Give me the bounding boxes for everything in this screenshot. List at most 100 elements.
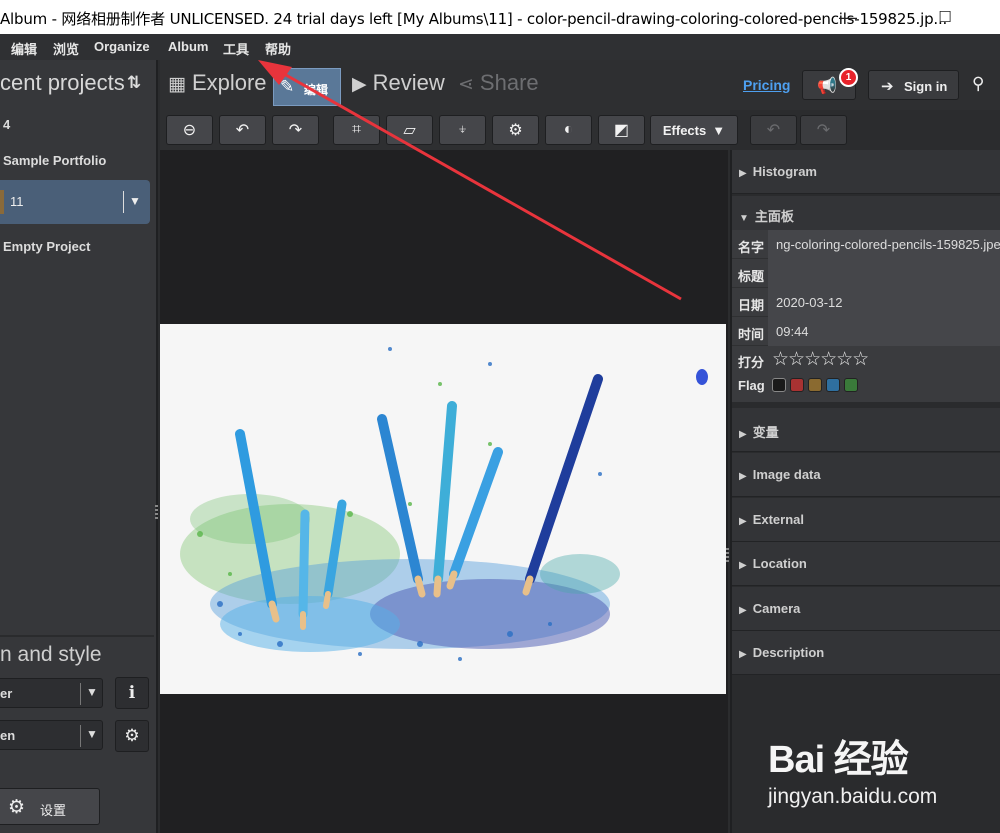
section-histogram[interactable]: ▶ Histogram [732, 150, 1000, 194]
menu-edit[interactable]: 编辑 [11, 39, 37, 58]
straighten-button[interactable]: ▱ [386, 115, 433, 145]
flag-swatch-orange[interactable] [808, 378, 822, 392]
undo-icon: ↶ [766, 122, 781, 139]
chevron-right-icon: ▶ [739, 649, 747, 660]
baidu-watermark: Bai 经验 jingyan.baidu.com [768, 728, 1000, 828]
sort-icon[interactable]: ⇅ [127, 73, 141, 93]
section-location[interactable]: ▶ Location [732, 542, 1000, 586]
chevron-down-icon: ▼ [86, 727, 98, 741]
field-label: 标题 [738, 269, 765, 284]
rotate-right-button[interactable]: ↷ [272, 115, 319, 145]
menu-tools[interactable]: 工具 [223, 39, 249, 58]
menu-organize[interactable]: Organize [94, 39, 150, 54]
tab-explore[interactable]: ▦ Explore [168, 70, 267, 96]
announcements-button[interactable]: 📢 1 [802, 68, 858, 100]
section-label: Camera [752, 601, 801, 616]
gear-icon: ⚙ [8, 797, 26, 818]
title-field[interactable] [768, 259, 1000, 288]
right-splitter-handle[interactable] [726, 548, 729, 562]
style-settings-button[interactable]: ⚙ [115, 720, 149, 752]
tab-review[interactable]: ▶ Review [352, 70, 445, 96]
style-select-value: en [0, 728, 16, 743]
tab-review-label: Review [372, 70, 445, 95]
chevron-down-icon[interactable]: ▼ [129, 194, 141, 208]
tab-edit-label: 编辑 [304, 83, 329, 97]
search-icon[interactable]: ⚲ [972, 74, 984, 94]
undo-button[interactable]: ↶ [750, 115, 797, 145]
section-external[interactable]: ▶ External [732, 498, 1000, 542]
info-icon: ℹ [128, 683, 136, 702]
pricing-link[interactable]: Pricing [743, 77, 790, 93]
maximize-button[interactable]: ☐ [925, 4, 965, 30]
share-icon: ⋖ [458, 74, 474, 95]
zoom-out-button[interactable]: ⊖ [166, 115, 213, 145]
projects-panel: cent projects ⇅ 4 Sample Portfolio 11 ▼ … [0, 60, 158, 833]
field-label: 时间 [738, 327, 765, 342]
watermark-brand: Bai 经验 [768, 739, 909, 781]
section-variables[interactable]: ▶ 变量 [732, 408, 1000, 452]
main-tabs-bar: ▦ Explore ✎ 编辑 ▶ Review ⋖ Share Pricing 📢 1… [160, 60, 1000, 110]
section-camera[interactable]: ▶ Camera [732, 587, 1000, 631]
flag-swatch-red[interactable] [790, 378, 804, 392]
section-label: 主面板 [754, 209, 794, 224]
left-splitter-handle[interactable] [155, 505, 158, 519]
flag-swatch-green[interactable] [844, 378, 858, 392]
settings-button[interactable]: ⚙ 设置 [0, 788, 100, 825]
flag-label: Flag [738, 378, 765, 393]
minimize-button[interactable]: — [828, 4, 868, 30]
tab-edit[interactable]: ✎ 编辑 [273, 68, 341, 106]
theme-select-value: er [0, 686, 13, 701]
crop-button[interactable]: ⌗ [333, 115, 380, 145]
style-select[interactable]: en ▼ [0, 720, 103, 750]
divider [123, 191, 124, 213]
effects-dropdown[interactable]: Effects ▼ [650, 115, 738, 145]
project-item-selected[interactable]: 11 ▼ [0, 180, 150, 224]
chevron-down-icon: ▼ [739, 213, 749, 224]
photo-preview[interactable] [160, 324, 726, 694]
rotate-left-button[interactable]: ↶ [219, 115, 266, 145]
info-button[interactable]: ℹ [115, 677, 149, 709]
rating-stars[interactable]: ☆☆☆☆☆☆ [772, 348, 869, 371]
redo-icon: ↷ [816, 122, 831, 139]
chevron-right-icon: ▶ [739, 471, 747, 482]
project-label: 11 [10, 194, 24, 209]
field-title: 标题 [732, 259, 1000, 288]
colored-pencils-image [160, 324, 726, 694]
adjust-settings-button[interactable]: ⚙ [492, 115, 539, 145]
exposure-button[interactable]: ◩ [598, 115, 645, 145]
tab-explore-label: Explore [191, 70, 267, 95]
time-field[interactable]: 09:44 [768, 317, 1000, 346]
project-item[interactable]: 4 [3, 117, 10, 132]
menu-help[interactable]: 帮助 [265, 39, 291, 58]
rating-row: 打分 ☆☆☆☆☆☆ [732, 348, 1000, 372]
project-item[interactable]: Empty Project [3, 239, 90, 254]
chevron-right-icon: ▶ [739, 560, 747, 571]
theme-select[interactable]: er ▼ [0, 678, 103, 708]
flag-swatch-black[interactable] [772, 378, 786, 392]
level-button[interactable]: ⍖ [439, 115, 486, 145]
section-label: Image data [752, 467, 821, 482]
contrast-button[interactable]: ◐ [545, 115, 592, 145]
window-title: Album - 网络相册制作者 UNLICENSED. 24 trial day… [0, 10, 948, 28]
name-field[interactable]: ng-coloring-colored-pencils-159825.jpeg [768, 230, 1000, 259]
flag-swatch-blue[interactable] [826, 378, 840, 392]
section-image-data[interactable]: ▶ Image data [732, 453, 1000, 497]
section-label: Histogram [752, 164, 817, 179]
menu-browse[interactable]: 浏览 [53, 39, 79, 58]
field-label: 日期 [738, 298, 765, 313]
menu-album[interactable]: Album [168, 39, 208, 54]
tab-share[interactable]: ⋖ Share [458, 70, 539, 96]
section-main-panel[interactable]: ▼ 主面板 [732, 196, 1000, 230]
field-label: 名字 [738, 240, 765, 255]
redo-button[interactable]: ↷ [800, 115, 847, 145]
image-canvas[interactable] [160, 150, 728, 833]
section-description[interactable]: ▶ Description [732, 631, 1000, 675]
project-item[interactable]: Sample Portfolio [3, 153, 106, 168]
play-icon: ▶ [352, 74, 367, 95]
date-field[interactable]: 2020-03-12 [768, 288, 1000, 317]
field-time: 时间 09:44 [732, 317, 1000, 346]
sign-in-button[interactable]: ➔ Sign in [868, 70, 959, 100]
divider [80, 725, 81, 747]
divider [0, 635, 154, 637]
pencil-icon: ✎ [280, 77, 295, 96]
